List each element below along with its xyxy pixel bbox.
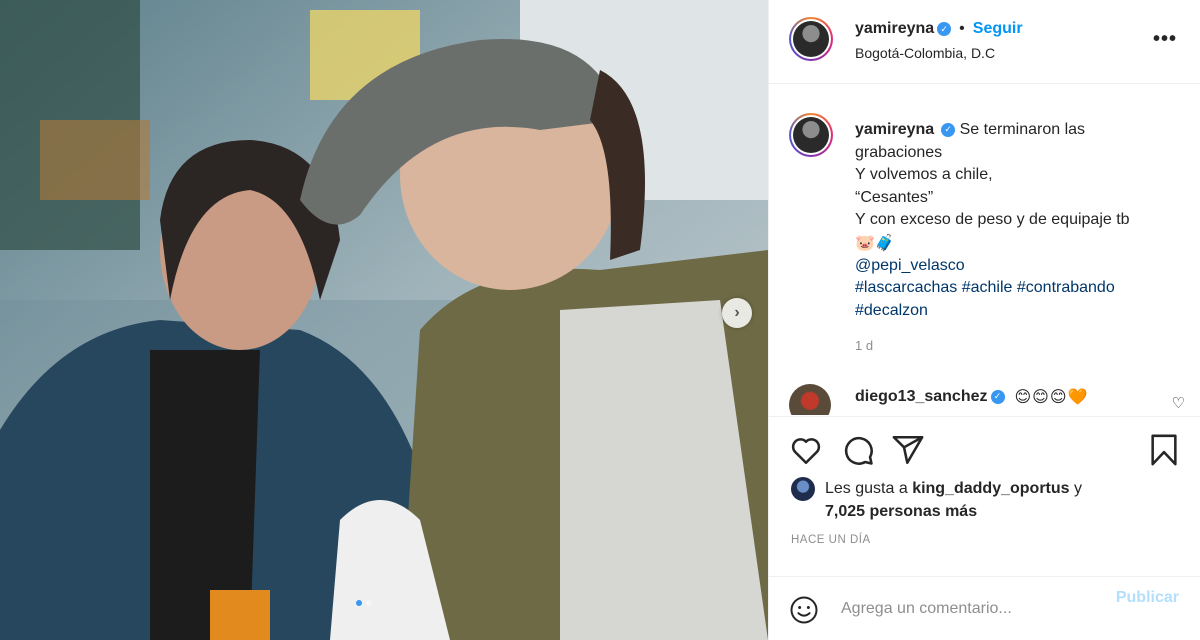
likes-summary: Les gusta a king_daddy_oportus y [791, 477, 1082, 501]
verified-badge-icon: ✓ [937, 22, 952, 36]
comments-section: yamireyna ✓ Se terminaron las grabaciones… [769, 85, 1200, 415]
publish-button[interactable]: Publicar [1116, 589, 1179, 607]
post-timestamp[interactable]: HACE UN DÍA [791, 534, 871, 546]
add-comment-bar: Publicar [769, 576, 1200, 640]
likes-count-link[interactable]: 7,025 personas más [825, 503, 977, 521]
photo-illustration [0, 0, 768, 640]
caption-hashtags[interactable]: #decalzon [855, 300, 1175, 323]
caption-username[interactable]: yamireyna [855, 121, 934, 138]
liker-avatar[interactable] [791, 477, 815, 501]
caption-line: Y con exceso de peso y de equipaje tb [855, 211, 1130, 229]
separator-bullet: • [959, 20, 965, 37]
carousel-indicator [356, 600, 372, 606]
carousel-dot [366, 600, 372, 606]
caption-hashtags[interactable]: #lascarcachas #achile #contrabando [855, 277, 1175, 300]
commenter-avatar[interactable] [789, 384, 831, 415]
post-location[interactable]: Bogotá-Colombia, D.C [855, 45, 995, 61]
share-icon[interactable] [891, 433, 925, 467]
caption-author-avatar[interactable] [789, 113, 833, 157]
post-actions: Les gusta a king_daddy_oportus y 7,025 p… [769, 416, 1200, 576]
instagram-post: › yamireyna ✓ • Seguir Bogotá-Colombia, … [0, 0, 1200, 640]
bookmark-icon[interactable] [1147, 433, 1181, 467]
verified-badge-icon: ✓ [990, 389, 1005, 404]
caption-line: Y volvemos a chile, [855, 166, 993, 184]
likes-prefix: Les gusta a [825, 480, 908, 497]
caption-time-ago[interactable]: 1 d [855, 338, 873, 353]
post-header: yamireyna ✓ • Seguir Bogotá-Colombia, D.… [769, 0, 1200, 84]
first-liker-link[interactable]: king_daddy_oportus [912, 480, 1069, 498]
chevron-right-icon: › [734, 304, 740, 321]
caption-line: Se terminaron las [959, 121, 1086, 138]
post-side-panel: yamireyna ✓ • Seguir Bogotá-Colombia, D.… [768, 0, 1200, 640]
author-username[interactable]: yamireyna [855, 20, 934, 38]
caption-line: grabaciones [855, 143, 943, 161]
more-options-icon[interactable]: ••• [1153, 28, 1177, 51]
post-photo[interactable]: › [0, 0, 768, 640]
comment-text: 😊😊😊🧡 [1014, 387, 1089, 406]
follow-button[interactable]: Seguir [973, 20, 1023, 38]
comment-item: diego13_sanchez ✓ 😊😊😊🧡 ♡ [789, 384, 1189, 415]
likes-conjunction: y [1074, 480, 1082, 497]
caption-mention[interactable]: @pepi_velasco [855, 255, 1175, 278]
caption-emoji: 🐷🧳 [855, 232, 895, 252]
heart-icon[interactable] [789, 433, 823, 467]
caption-line: “Cesantes” [855, 188, 934, 206]
post-caption: yamireyna ✓ Se terminaron las grabaciones… [855, 119, 1175, 322]
comment-input[interactable] [841, 595, 1091, 623]
comment-like-heart-icon[interactable]: ♡ [1172, 394, 1185, 412]
verified-badge-icon: ✓ [941, 122, 956, 137]
commenter-username[interactable]: diego13_sanchez [855, 388, 988, 406]
carousel-next-button[interactable]: › [722, 298, 752, 328]
comment-icon[interactable] [841, 433, 875, 467]
smiley-icon[interactable] [789, 595, 819, 625]
carousel-dot [356, 600, 362, 606]
author-avatar[interactable] [789, 17, 833, 61]
